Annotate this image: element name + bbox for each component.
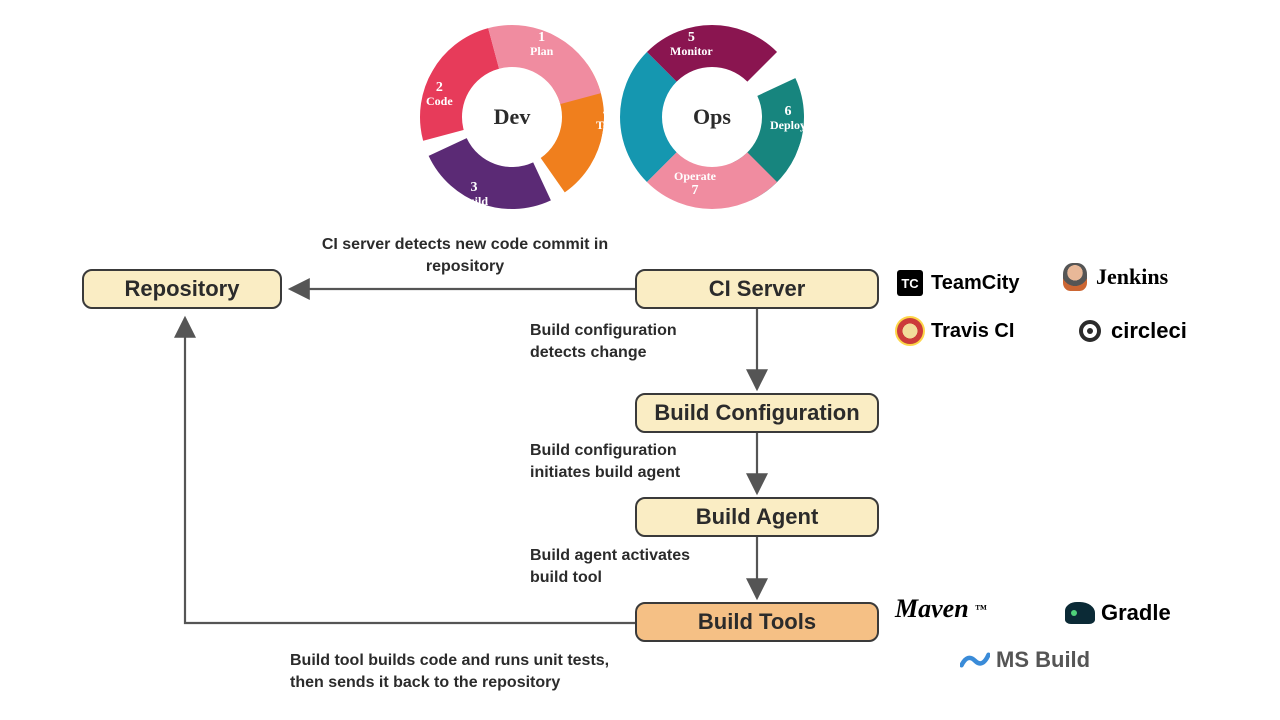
- circleci-icon: [1075, 316, 1105, 346]
- gradle-icon: [1065, 598, 1095, 628]
- tool-travis: Travis CI: [895, 316, 1014, 346]
- tool-teamcity: TC TeamCity: [895, 268, 1020, 298]
- tool-gradle: Gradle: [1065, 598, 1171, 628]
- travis-icon: [895, 316, 925, 346]
- msbuild-icon: [960, 645, 990, 675]
- edge-config-to-agent: Build configuration initiates build agen…: [530, 440, 730, 483]
- tool-maven: Maven™: [895, 594, 987, 624]
- teamcity-icon: TC: [895, 268, 925, 298]
- edge-ci-to-repo: CI server detects new code commit in rep…: [305, 234, 625, 277]
- edge-agent-to-tools: Build agent activates build tool: [530, 545, 730, 588]
- tool-jenkins: Jenkins: [1060, 262, 1168, 292]
- tool-msbuild: MS Build: [960, 645, 1090, 675]
- jenkins-icon: [1060, 262, 1090, 292]
- edge-tools-to-repo: Build tool builds code and runs unit tes…: [290, 650, 610, 693]
- edge-ci-to-config: Build configuration detects change: [530, 320, 730, 363]
- tool-circleci: circleci: [1075, 316, 1187, 346]
